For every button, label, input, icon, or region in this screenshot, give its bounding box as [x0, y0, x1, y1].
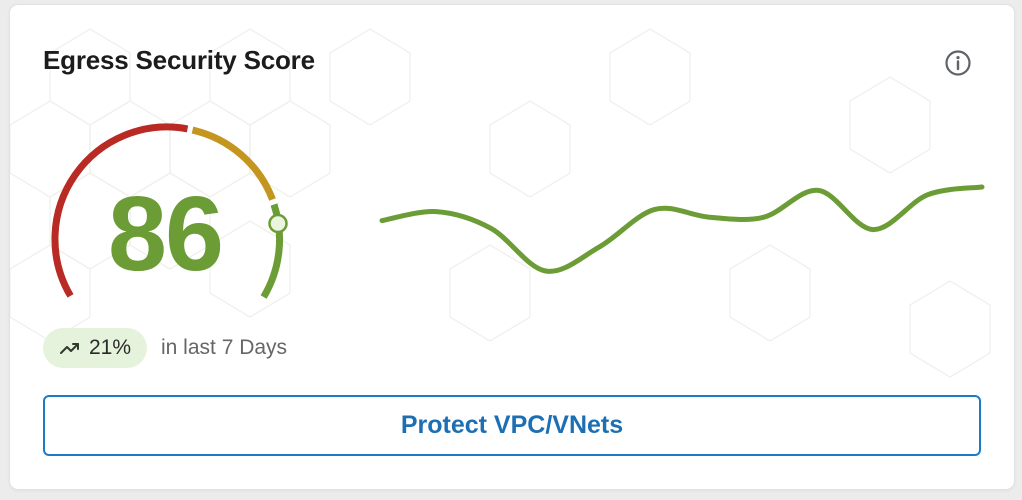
trend-period-label: in last 7 Days: [161, 336, 288, 359]
security-score-value: 86: [108, 175, 224, 293]
info-circle-icon[interactable]: [944, 49, 972, 77]
trend-percentage: 21%: [89, 336, 132, 359]
trend-badge: 21%: [43, 328, 148, 368]
egress-security-score-card: Egress Security Score 86 21% in last 7 D…: [10, 5, 1014, 489]
gauge-indicator: [268, 213, 288, 234]
sparkline-series-line: [379, 184, 985, 274]
score-trend-sparkline: [379, 184, 985, 274]
protect-vpc-vnets-button[interactable]: Protect VPC/VNets: [43, 395, 981, 456]
trending-up-icon: [60, 343, 79, 354]
card-title: Egress Security Score: [43, 45, 315, 75]
